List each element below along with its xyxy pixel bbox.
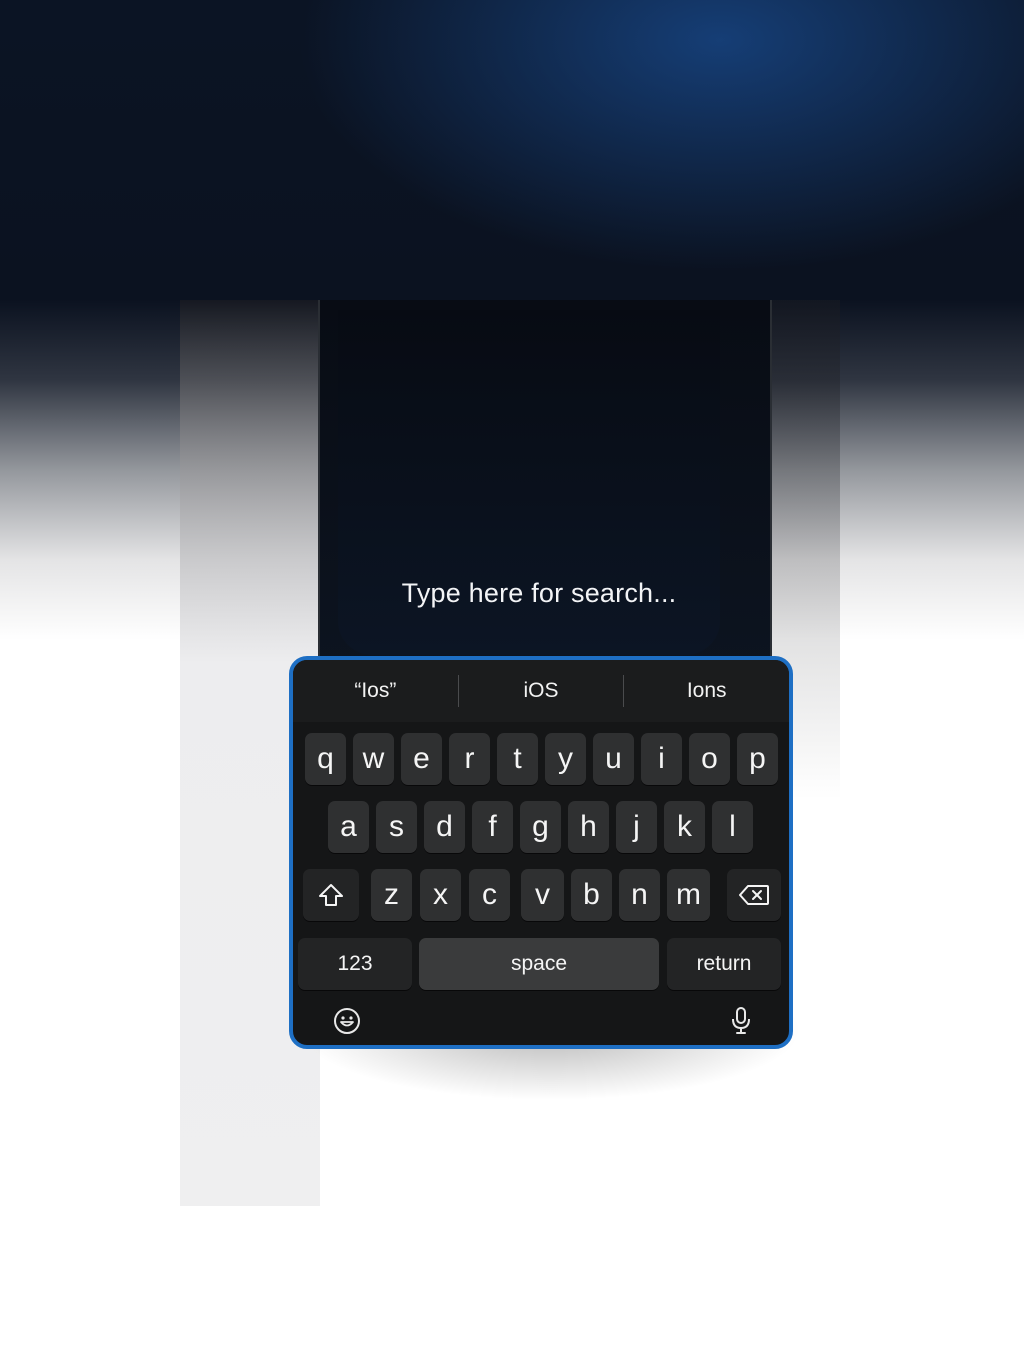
key-c[interactable]: c xyxy=(469,869,510,921)
shift-key[interactable] xyxy=(303,869,359,921)
key-f[interactable]: f xyxy=(472,801,513,853)
key-d[interactable]: d xyxy=(424,801,465,853)
keyboard: “Ios” iOS Ions q w e r t y u i o p a s d… xyxy=(289,656,793,1049)
space-key[interactable]: space xyxy=(419,938,659,990)
key-g[interactable]: g xyxy=(520,801,561,853)
backspace-icon xyxy=(739,885,769,905)
key-b[interactable]: b xyxy=(571,869,612,921)
key-l[interactable]: l xyxy=(712,801,753,853)
key-v[interactable]: v xyxy=(521,869,564,921)
suggestion-item[interactable]: Ions xyxy=(624,679,789,703)
emoji-button[interactable] xyxy=(331,1005,363,1037)
key-t[interactable]: t xyxy=(497,733,538,785)
key-s[interactable]: s xyxy=(376,801,417,853)
emoji-icon xyxy=(334,1008,360,1034)
shift-icon xyxy=(319,884,343,906)
key-k[interactable]: k xyxy=(664,801,705,853)
numbers-key[interactable]: 123 xyxy=(298,938,412,990)
key-h[interactable]: h xyxy=(568,801,609,853)
key-e[interactable]: e xyxy=(401,733,442,785)
microphone-icon xyxy=(732,1007,750,1034)
key-m[interactable]: m xyxy=(667,869,710,921)
key-x[interactable]: x xyxy=(420,869,461,921)
key-n[interactable]: n xyxy=(619,869,660,921)
delete-key[interactable] xyxy=(727,869,781,921)
key-p[interactable]: p xyxy=(737,733,778,785)
key-a[interactable]: a xyxy=(328,801,369,853)
key-r[interactable]: r xyxy=(449,733,490,785)
key-z[interactable]: z xyxy=(371,869,412,921)
search-field[interactable]: Type here for search... xyxy=(338,578,740,609)
key-q[interactable]: q xyxy=(305,733,346,785)
key-w[interactable]: w xyxy=(353,733,394,785)
key-u[interactable]: u xyxy=(593,733,634,785)
suggestion-item[interactable]: iOS xyxy=(459,679,624,703)
suggestion-item[interactable]: “Ios” xyxy=(293,679,458,703)
key-i[interactable]: i xyxy=(641,733,682,785)
key-j[interactable]: j xyxy=(616,801,657,853)
suggestion-bar: “Ios” iOS Ions xyxy=(293,660,789,722)
return-key[interactable]: return xyxy=(667,938,781,990)
key-y[interactable]: y xyxy=(545,733,586,785)
key-o[interactable]: o xyxy=(689,733,730,785)
microphone-button[interactable] xyxy=(725,1005,757,1037)
